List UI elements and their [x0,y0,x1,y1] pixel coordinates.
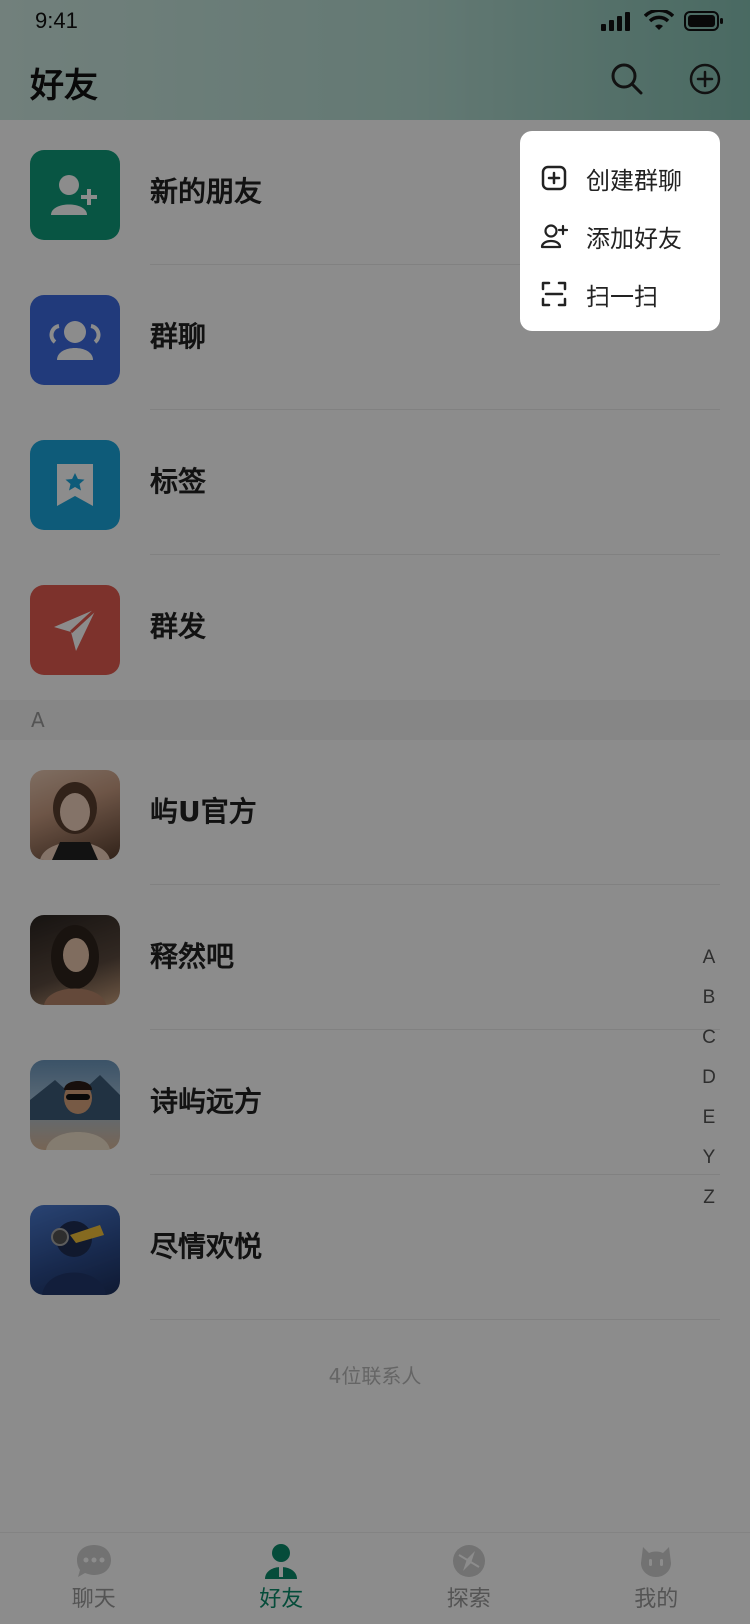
create-group-icon [541,165,567,191]
menu-add-friend[interactable]: 添加好友 [520,207,720,265]
menu-create-group[interactable]: 创建群聊 [520,149,720,207]
menu-label: 创建群聊 [586,166,682,195]
menu-label: 扫一扫 [586,282,658,311]
menu-label: 添加好友 [586,224,682,253]
add-popup-menu: 创建群聊 添加好友 扫一扫 [520,131,720,331]
scan-icon [541,281,567,307]
add-user-icon [540,224,568,249]
menu-scan[interactable]: 扫一扫 [520,265,720,323]
